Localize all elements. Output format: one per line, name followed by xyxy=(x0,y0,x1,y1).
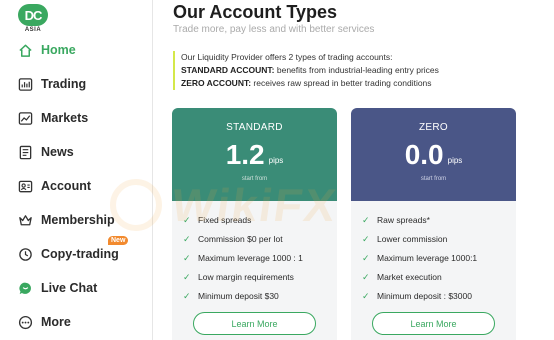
feature-text: Raw spreads* xyxy=(377,214,430,225)
markets-icon xyxy=(18,111,33,126)
list-item: ✓ Maximum leverage 1000 : 1 xyxy=(172,248,337,267)
news-icon xyxy=(18,145,33,160)
sidebar-item-markets[interactable]: Markets xyxy=(0,101,153,135)
feature-text: Maximum leverage 1000:1 xyxy=(377,252,478,263)
check-icon: ✓ xyxy=(183,233,191,244)
feature-text: Market execution xyxy=(377,271,442,282)
check-icon: ✓ xyxy=(183,214,191,225)
info-standard: STANDARD ACCOUNT: benefits from industri… xyxy=(181,64,439,77)
info-zero: ZERO ACCOUNT: receives raw spread in bet… xyxy=(181,77,439,90)
check-icon: ✓ xyxy=(183,252,191,263)
sidebar-nav: Home Trading Markets News Account Member… xyxy=(0,33,153,339)
feature-text: Commission $0 per lot xyxy=(198,233,283,244)
main-content: Our Account Types Trade more, pay less a… xyxy=(153,0,554,340)
check-icon: ✓ xyxy=(362,290,370,301)
spread-unit: pips xyxy=(268,156,284,165)
sidebar-item-more[interactable]: More xyxy=(0,305,153,339)
card-name: ZERO xyxy=(419,122,448,133)
sidebar: DC ASIA Home Trading Markets News Accoun… xyxy=(0,0,153,340)
check-icon: ✓ xyxy=(183,290,191,301)
sidebar-item-label: News xyxy=(41,145,74,159)
feature-text: Fixed spreads xyxy=(198,214,252,225)
sidebar-item-trading[interactable]: Trading xyxy=(0,67,153,101)
page-title: Our Account Types xyxy=(173,2,338,22)
sidebar-item-account[interactable]: Account xyxy=(0,169,153,203)
spread-value: 1.2 xyxy=(225,139,265,170)
list-item: ✓ Maximum leverage 1000:1 xyxy=(351,248,516,267)
sidebar-item-home[interactable]: Home xyxy=(0,33,153,67)
list-item: ✓ Minimum deposit : $3000 xyxy=(351,286,516,305)
sidebar-item-news[interactable]: News xyxy=(0,135,153,169)
card-header: ZERO 0.0 pips start from xyxy=(351,108,516,201)
trading-icon xyxy=(18,77,33,92)
list-item: ✓ Fixed spreads xyxy=(172,210,337,229)
feature-text: Low margin requirements xyxy=(198,271,294,282)
standard-account-card: STANDARD 1.2 pips start from ✓ Fixed spre… xyxy=(172,108,337,340)
account-info-block: Our Liquidity Provider offers 2 types of… xyxy=(173,51,439,90)
spread-value: 0.0 xyxy=(404,139,444,170)
sidebar-item-label: Account xyxy=(41,179,91,193)
list-item: ✓ Low margin requirements xyxy=(172,267,337,286)
zero-learn-more-button[interactable]: Learn More xyxy=(372,312,495,335)
check-icon: ✓ xyxy=(362,252,370,263)
sidebar-item-label: Copy-trading xyxy=(41,247,119,261)
account-icon xyxy=(18,179,33,194)
copy-trading-icon xyxy=(18,247,33,262)
feature-list: ✓ Fixed spreads ✓ Commission $0 per lot ✓ M… xyxy=(172,210,337,305)
feature-text: Maximum leverage 1000 : 1 xyxy=(198,252,303,263)
sidebar-item-copy-trading[interactable]: Copy-trading xyxy=(0,237,153,271)
check-icon: ✓ xyxy=(362,214,370,225)
sidebar-item-label: Trading xyxy=(41,77,87,91)
standard-learn-more-button[interactable]: Learn More xyxy=(193,312,316,335)
spread-unit: pips xyxy=(447,156,463,165)
card-header: STANDARD 1.2 pips start from xyxy=(172,108,337,201)
zero-account-card: ZERO 0.0 pips start from ✓ Raw spreads* ✓… xyxy=(351,108,516,340)
feature-text: Minimum deposit $30 xyxy=(198,290,279,301)
list-item: ✓ Market execution xyxy=(351,267,516,286)
sidebar-item-live-chat[interactable]: Live Chat xyxy=(0,271,153,305)
feature-text: Minimum deposit : $3000 xyxy=(377,290,472,301)
info-intro: Our Liquidity Provider offers 2 types of… xyxy=(181,52,393,62)
brand-logo[interactable]: DC ASIA xyxy=(18,4,48,34)
list-item: ✓ Commission $0 per lot xyxy=(172,229,337,248)
sidebar-item-label: More xyxy=(41,315,71,329)
more-icon xyxy=(18,315,33,330)
crown-icon xyxy=(18,213,33,228)
chat-icon xyxy=(18,281,33,296)
check-icon: ✓ xyxy=(362,233,370,244)
logo-mark: DC xyxy=(18,4,48,26)
sidebar-item-label: Markets xyxy=(41,111,89,125)
sidebar-item-label: Membership xyxy=(41,213,115,227)
list-item: ✓ Minimum deposit $30 xyxy=(172,286,337,305)
list-item: ✓ Raw spreads* xyxy=(351,210,516,229)
page-subtitle: Trade more, pay less and with better ser… xyxy=(173,24,375,35)
home-icon xyxy=(18,43,33,58)
list-item: ✓ Lower commission xyxy=(351,229,516,248)
feature-list: ✓ Raw spreads* ✓ Lower commission ✓ Maximum… xyxy=(351,210,516,305)
card-sublabel: start from xyxy=(241,176,268,182)
sidebar-item-label: Live Chat xyxy=(41,281,98,295)
info-standard-label: STANDARD ACCOUNT: xyxy=(181,65,275,75)
check-icon: ✓ xyxy=(362,271,370,282)
feature-text: Lower commission xyxy=(377,233,448,244)
info-standard-desc: benefits from industrial-leading entry p… xyxy=(274,65,439,75)
sidebar-item-membership[interactable]: Membership xyxy=(0,203,153,237)
card-spread: 1.2 pips xyxy=(172,140,337,170)
card-name: STANDARD xyxy=(226,122,283,133)
card-sublabel: start from xyxy=(420,176,447,182)
sidebar-item-label: Home xyxy=(41,43,76,57)
new-badge: New xyxy=(108,236,129,245)
check-icon: ✓ xyxy=(183,271,191,282)
card-spread: 0.0 pips xyxy=(351,140,516,170)
info-zero-desc: receives raw spread in better trading co… xyxy=(251,78,432,88)
info-zero-label: ZERO ACCOUNT: xyxy=(181,78,252,88)
